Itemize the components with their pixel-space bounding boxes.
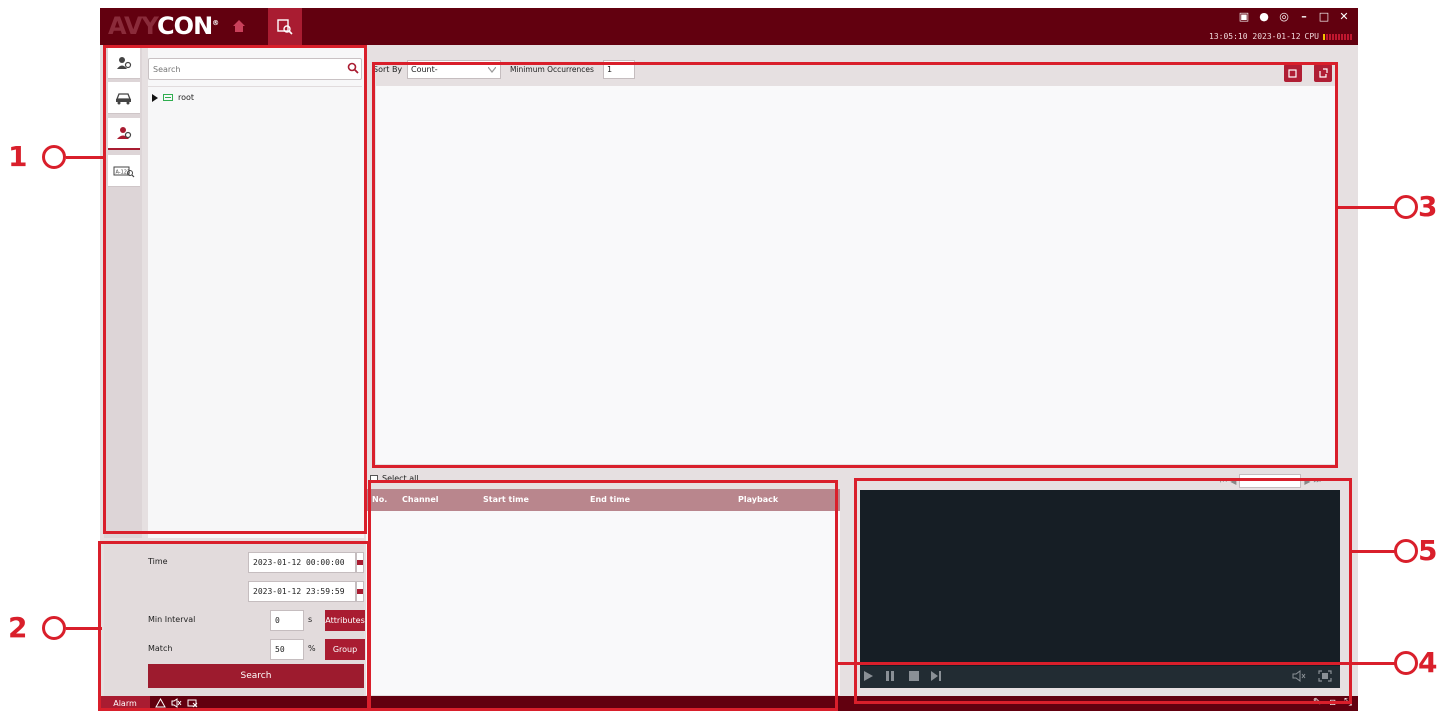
search-analysis-tab[interactable] <box>268 8 302 45</box>
callout-box-2 <box>98 541 370 711</box>
cpu-meter-segment <box>1338 33 1340 40</box>
callout-number-4: 4 <box>1418 646 1438 679</box>
callout-line-3 <box>1336 206 1396 209</box>
cpu-meter-segment <box>1341 33 1343 40</box>
callout-number-1: 1 <box>8 140 28 173</box>
cpu-meter-segment <box>1335 33 1337 40</box>
cpu-meter-segment <box>1326 33 1328 40</box>
cpu-meter-segment <box>1332 33 1334 40</box>
callout-box-3 <box>372 62 1338 468</box>
callout-marker-3 <box>1394 195 1418 219</box>
callout-number-5: 5 <box>1418 534 1438 567</box>
callout-line-2 <box>66 627 102 630</box>
callout-box-4 <box>368 480 838 711</box>
callout-line-5 <box>1350 550 1396 553</box>
callout-number-2: 2 <box>8 611 28 644</box>
avycon-logo: AVYCON® <box>108 12 219 40</box>
callout-line-4 <box>836 662 1396 665</box>
chat-icon[interactable]: ◎ <box>1278 10 1290 23</box>
cpu-meter-segment <box>1344 33 1346 40</box>
screenshot-icon[interactable]: ▣ <box>1238 10 1250 23</box>
title-bar: AVYCON® ▣ ● ◎ – □ ✕ 13:05:10 2023-01-12 … <box>100 8 1358 45</box>
callout-marker-1 <box>42 145 66 169</box>
cpu-meter-segment <box>1350 33 1352 40</box>
logo-prefix: AVY <box>108 12 158 40</box>
cpu-label: CPU <box>1304 32 1319 41</box>
window-controls: ▣ ● ◎ – □ ✕ <box>1238 10 1350 23</box>
callout-line-1 <box>66 156 106 159</box>
home-icon[interactable] <box>232 19 246 33</box>
minimize-icon[interactable]: – <box>1298 10 1310 23</box>
cpu-meter-segment <box>1323 33 1325 40</box>
clock: 13:05:10 2023-01-12 <box>1209 32 1301 41</box>
callout-marker-2 <box>42 616 66 640</box>
search-analysis-icon <box>277 18 293 35</box>
maximize-icon[interactable]: □ <box>1318 10 1330 23</box>
close-icon[interactable]: ✕ <box>1338 10 1350 23</box>
callout-number-3: 3 <box>1418 190 1438 223</box>
screenshot-stage: AVYCON® ▣ ● ◎ – □ ✕ 13:05:10 2023-01-12 … <box>0 0 1450 711</box>
logo-suffix: CON <box>157 12 213 40</box>
cpu-meter <box>1323 33 1352 40</box>
callout-marker-5 <box>1394 539 1418 563</box>
status-line: 13:05:10 2023-01-12 CPU <box>1209 32 1352 41</box>
cpu-meter-segment <box>1347 33 1349 40</box>
trademark: ® <box>212 19 219 27</box>
callout-box-1 <box>103 45 367 534</box>
user-icon[interactable]: ● <box>1258 10 1270 23</box>
callout-marker-4 <box>1394 651 1418 675</box>
cpu-meter-segment <box>1329 33 1331 40</box>
callout-box-5 <box>854 478 1352 704</box>
